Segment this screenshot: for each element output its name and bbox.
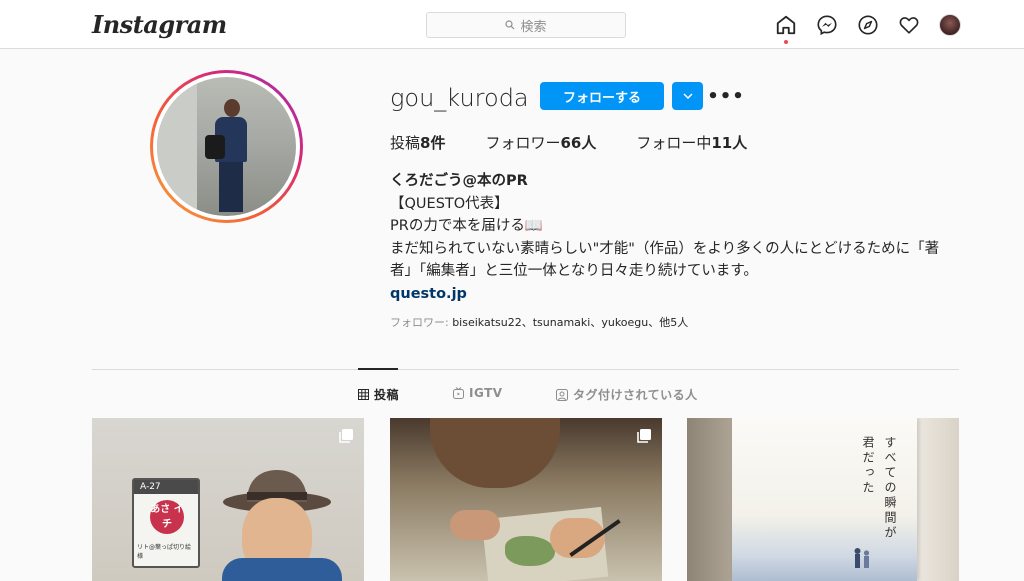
grid-icon bbox=[358, 389, 369, 400]
tab-posts[interactable]: 投稿 bbox=[358, 386, 399, 403]
suggested-accounts-dropdown-button[interactable] bbox=[672, 82, 703, 110]
nav-icons bbox=[774, 13, 979, 44]
profile-stats: 投稿8件 フォロワー66人 フォロー中11人 bbox=[390, 132, 787, 153]
profile-photo bbox=[157, 77, 296, 216]
explore-compass-icon[interactable] bbox=[856, 13, 880, 37]
igtv-icon bbox=[453, 387, 464, 399]
chevron-down-icon bbox=[682, 93, 693, 99]
home-icon[interactable] bbox=[774, 13, 798, 44]
avatar bbox=[939, 14, 961, 36]
profile-avatar-button[interactable] bbox=[938, 13, 962, 37]
multiple-photos-icon bbox=[339, 429, 353, 443]
post-image-sign: A-27 あさ イチ リト@葉っぱ切り絵 様 bbox=[132, 478, 200, 568]
messenger-icon[interactable] bbox=[815, 13, 839, 37]
post-thumbnail[interactable]: A-27 あさ イチ リト@葉っぱ切り絵 様 bbox=[92, 418, 364, 581]
book-cover: すべての瞬間が 君だった bbox=[732, 418, 917, 581]
display-name: くろだごう@本のPR bbox=[390, 173, 528, 189]
followers-count[interactable]: フォロワー66人 bbox=[485, 132, 596, 153]
instagram-logo[interactable]: Instagram bbox=[92, 10, 227, 39]
post-thumbnail[interactable]: すべての瞬間が 君だった bbox=[687, 418, 959, 581]
activity-heart-icon[interactable] bbox=[897, 13, 921, 37]
bio-line: PRの力で本を届ける📖 bbox=[390, 218, 543, 234]
followed-by-names: biseikatsu22、tsunamaki、yukoegu、他5人 bbox=[452, 316, 689, 329]
notification-dot bbox=[784, 40, 788, 44]
tagged-person-icon bbox=[556, 388, 568, 401]
search-placeholder: 検索 bbox=[520, 19, 547, 35]
post-thumbnail[interactable] bbox=[390, 418, 662, 581]
bio-line: 【QUESTO代表】 bbox=[390, 195, 509, 212]
search-input[interactable]: 検索 bbox=[426, 12, 626, 38]
more-options-icon: ••• bbox=[707, 85, 745, 107]
follow-button[interactable]: フォローする bbox=[540, 82, 664, 110]
tab-igtv[interactable]: IGTV bbox=[453, 386, 503, 400]
followed-by[interactable]: フォロワー: biseikatsu22、tsunamaki、yukoegu、他5… bbox=[390, 314, 688, 330]
posts-count: 投稿8件 bbox=[390, 134, 446, 152]
profile-avatar[interactable] bbox=[150, 70, 303, 223]
more-options-button[interactable]: ••• bbox=[707, 86, 744, 107]
tab-divider bbox=[92, 369, 959, 370]
bio-line: 者」「編集者」と三位一体となり日々走り続けています。 bbox=[390, 263, 758, 279]
following-count[interactable]: フォロー中11人 bbox=[636, 132, 747, 153]
multiple-photos-icon bbox=[637, 429, 651, 443]
search-icon bbox=[505, 20, 515, 30]
profile-username: gou_kuroda bbox=[390, 84, 529, 112]
tab-tagged[interactable]: タグ付けされている人 bbox=[556, 386, 698, 403]
active-tab-indicator bbox=[358, 368, 398, 370]
profile-bio: くろだごう@本のPR 【QUESTO代表】 PRの力で本を届ける📖 まだ知られて… bbox=[390, 170, 960, 305]
bio-line: まだ知られていない素晴らしい"才能"（作品）をより多くの人にとどけるために「著 bbox=[390, 240, 940, 257]
bio-website-link[interactable]: questo.jp bbox=[390, 283, 960, 306]
top-navigation-bar: Instagram 検索 bbox=[0, 0, 1024, 49]
